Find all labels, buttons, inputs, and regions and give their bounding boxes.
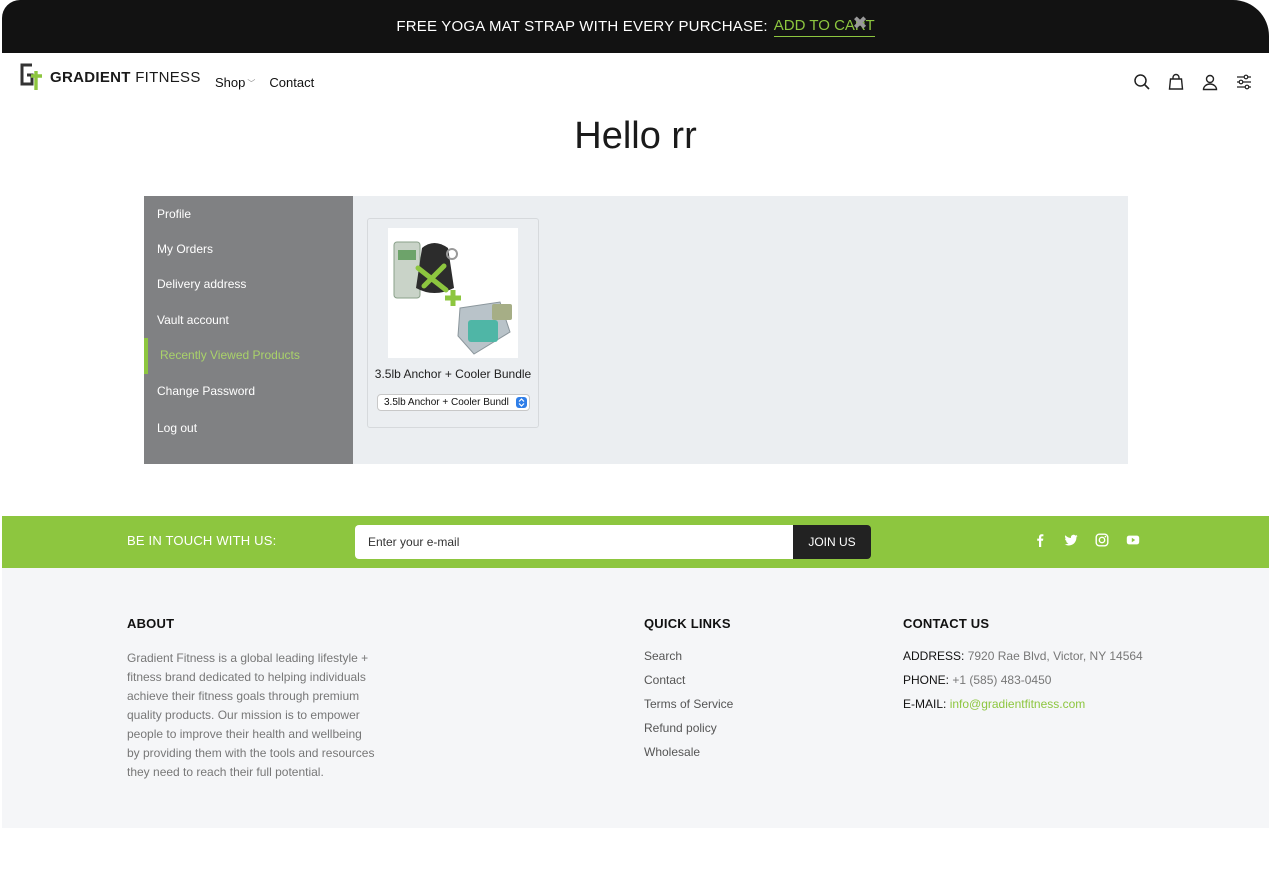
phone-label: PHONE: <box>903 673 950 687</box>
sidebar-item-recently-viewed[interactable]: Recently Viewed Products <box>160 348 300 362</box>
search-icon[interactable] <box>1133 73 1151 91</box>
footer-link-search[interactable]: Search <box>644 649 733 673</box>
header-icons <box>1133 73 1253 91</box>
nav-item-label: Shop <box>215 75 246 90</box>
sidebar-item-my-orders[interactable]: My Orders <box>157 242 213 256</box>
announcement-bar: FREE YOGA MAT STRAP WITH EVERY PURCHASE:… <box>2 0 1269 53</box>
logo-mark-icon <box>18 62 48 92</box>
email-link[interactable]: info@gradientfitness.com <box>950 697 1086 711</box>
newsletter-label: BE IN TOUCH WITH US: <box>127 533 277 548</box>
page-frame: FREE YOGA MAT STRAP WITH EVERY PURCHASE:… <box>2 0 1269 828</box>
contact-phone: PHONE: +1 (585) 483-0450 <box>903 673 1143 697</box>
footer-about-text: Gradient Fitness is a global leading lif… <box>127 651 375 779</box>
sidebar-item-profile[interactable]: Profile <box>157 207 191 221</box>
youtube-icon[interactable] <box>1126 533 1140 547</box>
instagram-icon[interactable] <box>1095 533 1109 547</box>
site-header: GRADIENT FITNESS Shop ﹀ Contact <box>2 53 1269 113</box>
variant-select[interactable]: 3.5lb Anchor + Cooler Bundl <box>377 394 530 411</box>
sidebar-item-log-out[interactable]: Log out <box>157 421 197 435</box>
phone-value: +1 (585) 483-0450 <box>952 673 1052 687</box>
footer-link-contact[interactable]: Contact <box>644 673 733 697</box>
footer-about-heading: ABOUT <box>127 616 175 631</box>
footer-link-wholesale[interactable]: Wholesale <box>644 745 733 769</box>
footer-link-terms[interactable]: Terms of Service <box>644 697 733 721</box>
twitter-icon[interactable] <box>1064 533 1078 547</box>
sidebar-item-vault-account[interactable]: Vault account <box>157 313 229 327</box>
logo[interactable]: GRADIENT FITNESS <box>18 62 201 92</box>
footer-contact-heading: CONTACT US <box>903 616 990 631</box>
account-sidebar: Profile My Orders Delivery address Vault… <box>144 196 353 464</box>
chevron-down-icon: ﹀ <box>247 79 256 88</box>
select-arrows-icon <box>516 397 527 408</box>
address-value: 7920 Rae Blvd, Victor, NY 14564 <box>967 649 1143 663</box>
announcement-message: FREE YOGA MAT STRAP WITH EVERY PURCHASE: <box>396 18 768 35</box>
email-label: E-MAIL: <box>903 697 947 711</box>
footer-contact-info: ADDRESS: 7920 Rae Blvd, Victor, NY 14564… <box>903 649 1143 721</box>
facebook-icon[interactable] <box>1033 533 1047 547</box>
logo-text: GRADIENT FITNESS <box>50 68 201 86</box>
footer-quick-links-heading: QUICK LINKS <box>644 616 731 631</box>
user-icon[interactable] <box>1201 73 1219 91</box>
sidebar-item-change-password[interactable]: Change Password <box>157 384 255 398</box>
main-nav: Shop ﹀ Contact <box>215 75 314 90</box>
footer-quick-links: Search Contact Terms of Service Refund p… <box>644 649 733 769</box>
product-card[interactable]: 3.5lb Anchor + Cooler Bundle 3.5lb Ancho… <box>367 218 539 428</box>
close-icon[interactable]: ✖ <box>850 14 870 34</box>
newsletter-bar: BE IN TOUCH WITH US: JOIN US <box>2 516 1269 568</box>
filter-sliders-icon[interactable] <box>1235 73 1253 91</box>
sidebar-item-delivery-address[interactable]: Delivery address <box>157 277 246 291</box>
contact-email: E-MAIL: info@gradientfitness.com <box>903 697 1143 721</box>
address-label: ADDRESS: <box>903 649 965 663</box>
site-footer: ABOUT Gradient Fitness is a global leadi… <box>2 568 1269 828</box>
nav-item-label: Contact <box>269 75 315 90</box>
product-image[interactable] <box>388 228 518 358</box>
page-title: Hello rr <box>574 115 697 157</box>
product-name[interactable]: 3.5lb Anchor + Cooler Bundle <box>368 367 538 381</box>
contact-address: ADDRESS: 7920 Rae Blvd, Victor, NY 14564 <box>903 649 1143 673</box>
join-us-button[interactable]: JOIN US <box>793 525 871 559</box>
nav-item-contact[interactable]: Contact <box>269 75 314 90</box>
nav-item-shop[interactable]: Shop ﹀ <box>215 75 255 90</box>
variant-select-value: 3.5lb Anchor + Cooler Bundl <box>384 397 509 408</box>
footer-link-refund[interactable]: Refund policy <box>644 721 733 745</box>
account-panel: Profile My Orders Delivery address Vault… <box>144 196 1128 464</box>
social-links <box>1033 533 1140 547</box>
email-field[interactable] <box>355 525 793 559</box>
shopping-bag-icon[interactable] <box>1167 73 1185 91</box>
